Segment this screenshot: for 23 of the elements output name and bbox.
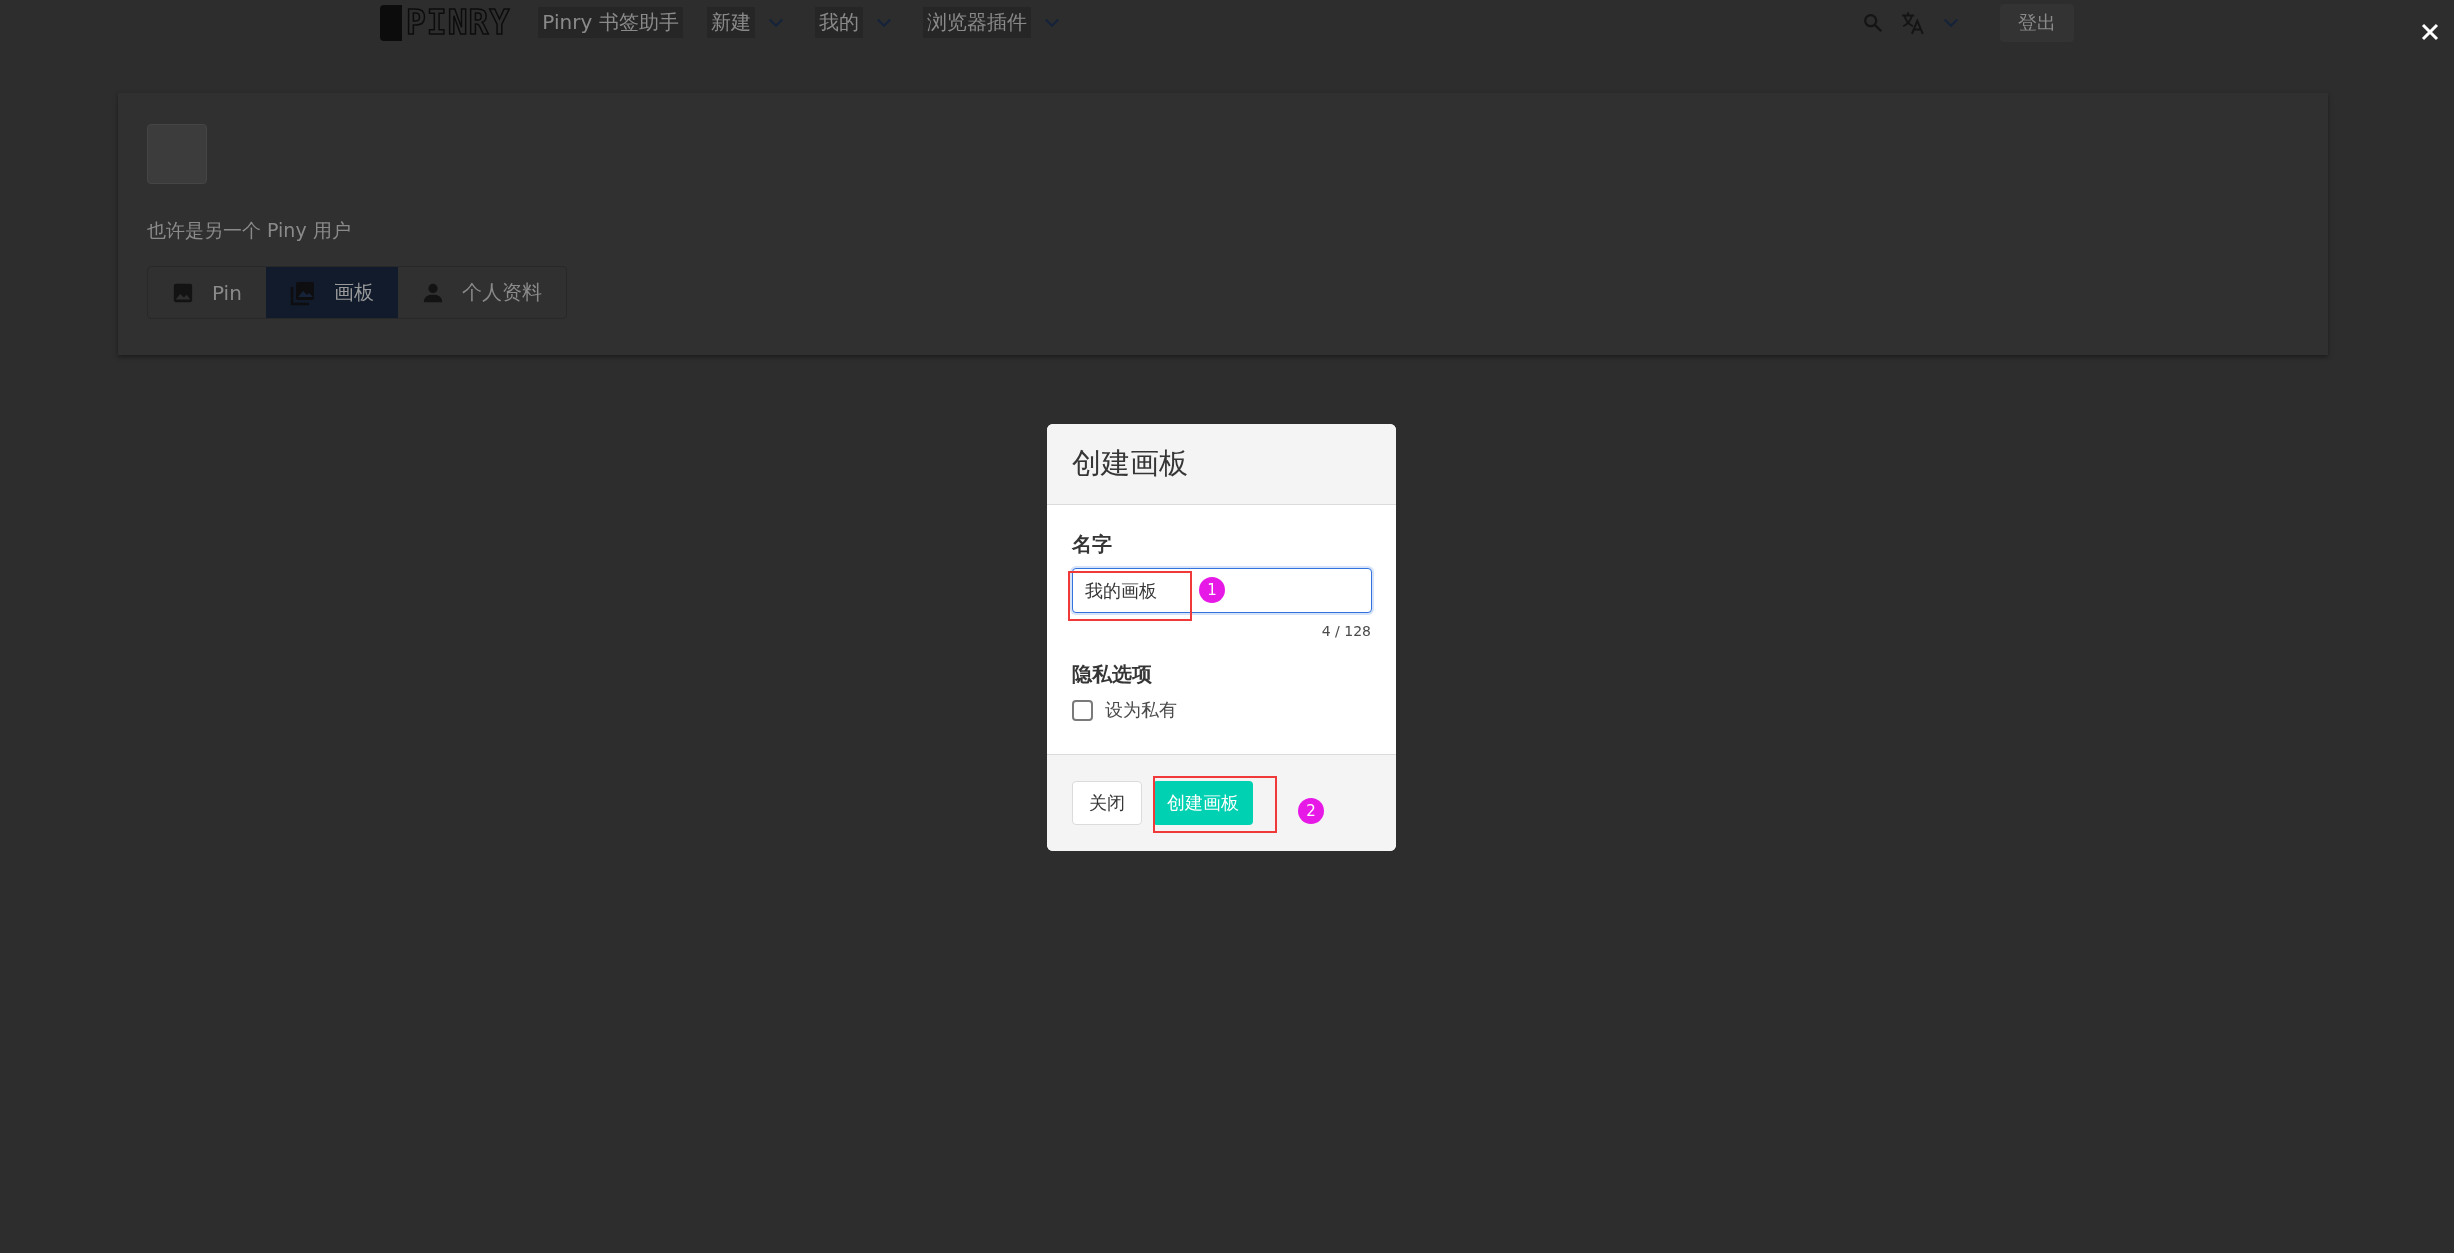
close-button[interactable]: 关闭 [1072,781,1142,825]
character-counter: 4 / 128 [1321,623,1371,639]
tab[interactable]: 个人资料 [397,267,566,318]
translate-icon[interactable] [1900,9,1926,36]
checkbox[interactable] [1072,699,1093,721]
nav-link[interactable]: 我的 [814,7,863,38]
tab[interactable]: 画板 [265,267,398,318]
logout-button[interactable]: 登出 [2000,3,2074,42]
images-icon [289,279,316,306]
close-icon[interactable] [2420,22,2440,42]
step-badge: 2 [1298,798,1324,824]
profile-description: 也许是另一个 Piny 用户 [147,218,351,243]
field-label: 名字 [1072,531,1113,558]
person-icon [421,281,444,304]
section-label: 隐私选项 [1072,661,1153,688]
tab[interactable]: Pin [148,267,266,318]
nav-link[interactable]: 新建 [706,7,755,38]
nav-link[interactable]: Pinry 书签助手 [538,7,683,38]
nav-link[interactable]: 浏览器插件 [922,7,1031,38]
search-icon[interactable] [1862,11,1884,34]
dialog-title: 创建画板 [1072,445,1188,482]
checkbox-label: 设为私有 [1105,698,1177,722]
image-icon [172,281,194,304]
